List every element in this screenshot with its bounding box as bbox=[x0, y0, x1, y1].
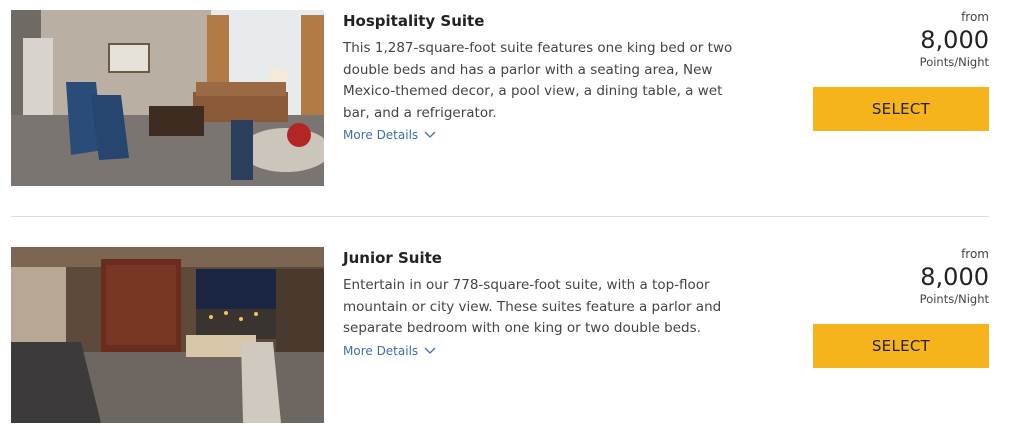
points-unit: Points/Night bbox=[919, 292, 989, 306]
price-block: from 8,000 Points/Night bbox=[809, 10, 989, 69]
room-description: Entertain in our 778-square-foot suite, … bbox=[343, 277, 722, 336]
from-label: from bbox=[961, 247, 989, 261]
from-label: from bbox=[961, 10, 989, 24]
room-info: Junior Suite Entertain in our 778-square… bbox=[343, 247, 743, 359]
chevron-down-icon bbox=[424, 131, 436, 138]
room-title: Hospitality Suite bbox=[343, 12, 485, 30]
points-value: 8,000 bbox=[920, 26, 989, 54]
room-title: Junior Suite bbox=[343, 249, 442, 267]
room-card-junior-suite: Junior Suite Entertain in our 778-square… bbox=[11, 247, 989, 423]
points-unit: Points/Night bbox=[919, 55, 989, 69]
more-details-link[interactable]: More Details bbox=[343, 128, 436, 142]
more-details-link[interactable]: More Details bbox=[343, 344, 436, 358]
price-block: from 8,000 Points/Night bbox=[809, 247, 989, 306]
room-photo[interactable] bbox=[11, 247, 324, 423]
room-card-hospitality-suite: Hospitality Suite This 1,287-square-foot… bbox=[11, 10, 989, 186]
more-details-label: More Details bbox=[343, 128, 419, 142]
divider bbox=[11, 216, 989, 217]
select-button[interactable]: SELECT bbox=[813, 87, 989, 131]
room-info: Hospitality Suite This 1,287-square-foot… bbox=[343, 10, 743, 143]
points-value: 8,000 bbox=[920, 263, 989, 291]
more-details-label: More Details bbox=[343, 343, 419, 358]
room-description: This 1,287-square-foot suite features on… bbox=[343, 40, 733, 121]
select-button[interactable]: SELECT bbox=[813, 324, 989, 368]
chevron-down-icon bbox=[424, 347, 436, 354]
room-photo[interactable] bbox=[11, 10, 324, 186]
